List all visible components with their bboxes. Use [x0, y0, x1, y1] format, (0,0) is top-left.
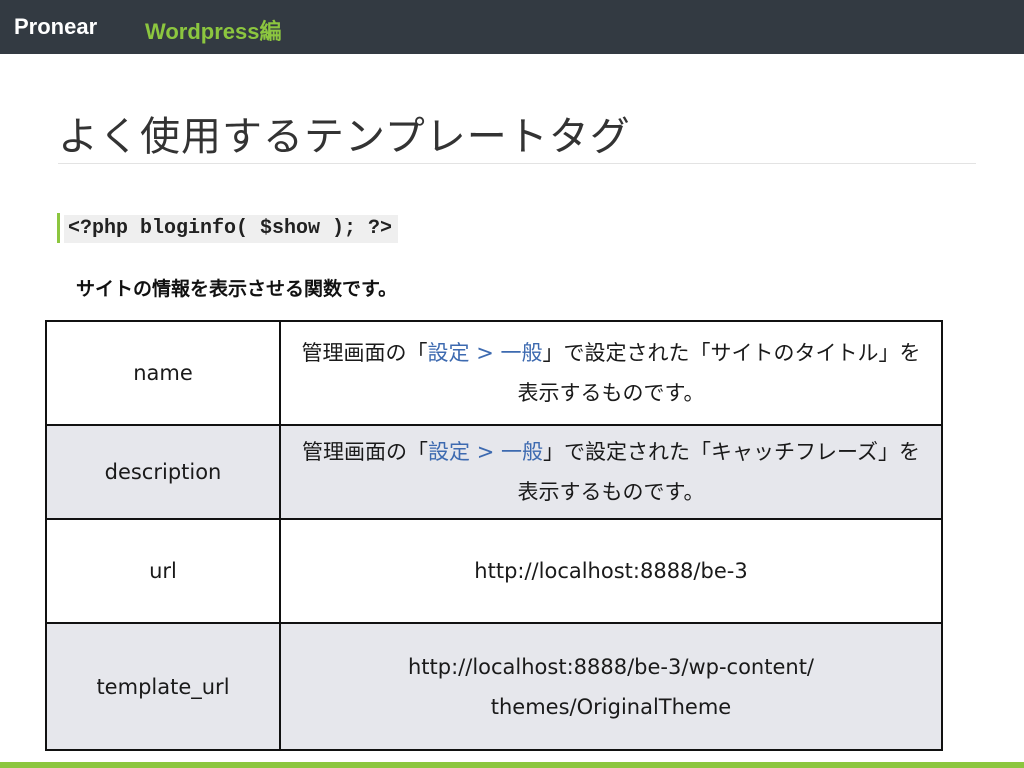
- table-row: name 管理画面の「設定 > 一般」で設定された「サイトのタイトル」を表示する…: [45, 320, 943, 426]
- value-text: 」で設定された「キャッチフレーズ」を表示するものです。: [517, 440, 920, 504]
- param-name: description: [45, 424, 281, 520]
- settings-link: 設定: [427, 341, 470, 365]
- value-text: 」で設定された「サイトのタイトル」を表示するものです。: [517, 341, 921, 405]
- value-line: themes/OriginalTheme: [490, 694, 732, 719]
- param-value: http://localhost:8888/be-3/wp-content/ t…: [279, 622, 943, 751]
- bottom-accent-stripe: [0, 762, 1024, 768]
- code-accent-bar: [57, 213, 60, 243]
- param-value: 管理画面の「設定 > 一般」で設定された「キャッチフレーズ」を表示するものです。: [279, 424, 943, 520]
- title-divider: [58, 163, 976, 164]
- table-row: template_url http://localhost:8888/be-3/…: [45, 622, 943, 751]
- settings-link: 設定: [428, 440, 471, 464]
- separator: >: [469, 341, 501, 365]
- general-link: 一般: [500, 341, 543, 365]
- top-bar: Pronear Wordpress編: [0, 0, 1024, 54]
- table-row: url http://localhost:8888/be-3: [45, 518, 943, 624]
- param-name: name: [45, 320, 281, 426]
- function-description: サイトの情報を表示させる関数です。: [76, 278, 398, 300]
- page-title: よく使用するテンプレートタグ: [58, 114, 631, 160]
- param-name: template_url: [45, 622, 281, 751]
- param-name: url: [45, 518, 281, 624]
- brand-name: Pronear: [14, 14, 98, 39]
- param-value: 管理画面の「設定 > 一般」で設定された「サイトのタイトル」を表示するものです。: [279, 320, 943, 426]
- param-value: http://localhost:8888/be-3: [279, 518, 943, 624]
- value-line: http://localhost:8888/be-3/wp-content/: [407, 654, 814, 679]
- parameter-table: name 管理画面の「設定 > 一般」で設定された「サイトのタイトル」を表示する…: [45, 320, 943, 751]
- separator: >: [470, 440, 501, 464]
- code-snippet: <?php bloginfo( $show ); ?>: [64, 215, 399, 243]
- section-label: Wordpress編: [145, 19, 282, 44]
- table-row: description 管理画面の「設定 > 一般」で設定された「キャッチフレー…: [45, 424, 943, 520]
- general-link: 一般: [501, 440, 543, 464]
- value-text: 管理画面の「: [302, 440, 429, 464]
- value-text: 管理画面の「: [301, 341, 428, 365]
